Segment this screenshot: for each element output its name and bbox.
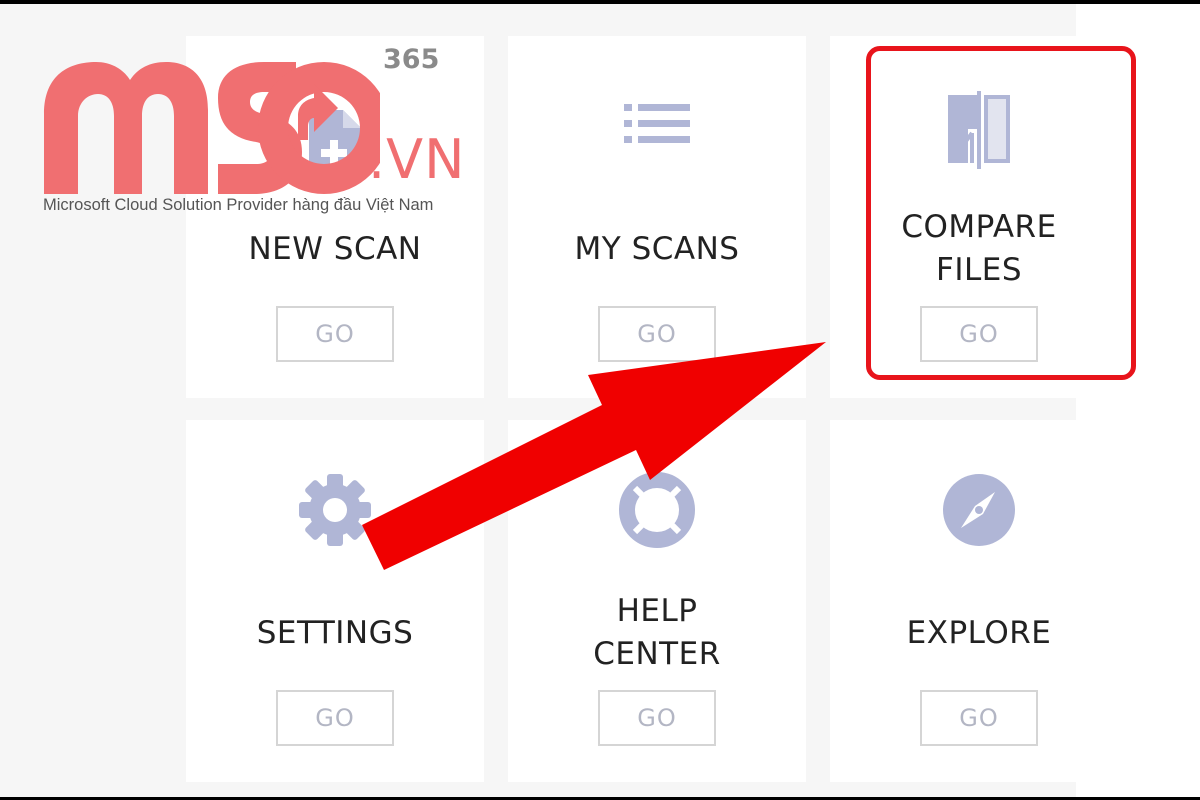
mso-logo-mark-icon: [44, 62, 380, 194]
logo-tagline: Microsoft Cloud Solution Provider hàng đ…: [43, 196, 434, 214]
logo-365: 365: [383, 44, 440, 75]
app-frame: NEW SCAN GO MY SCANS GO COMPARE FILES GO…: [0, 4, 1200, 797]
logo-domain: .VN: [368, 128, 466, 191]
mso-logo: 365 .VN Microsoft Cloud Solution Provide…: [40, 44, 500, 224]
